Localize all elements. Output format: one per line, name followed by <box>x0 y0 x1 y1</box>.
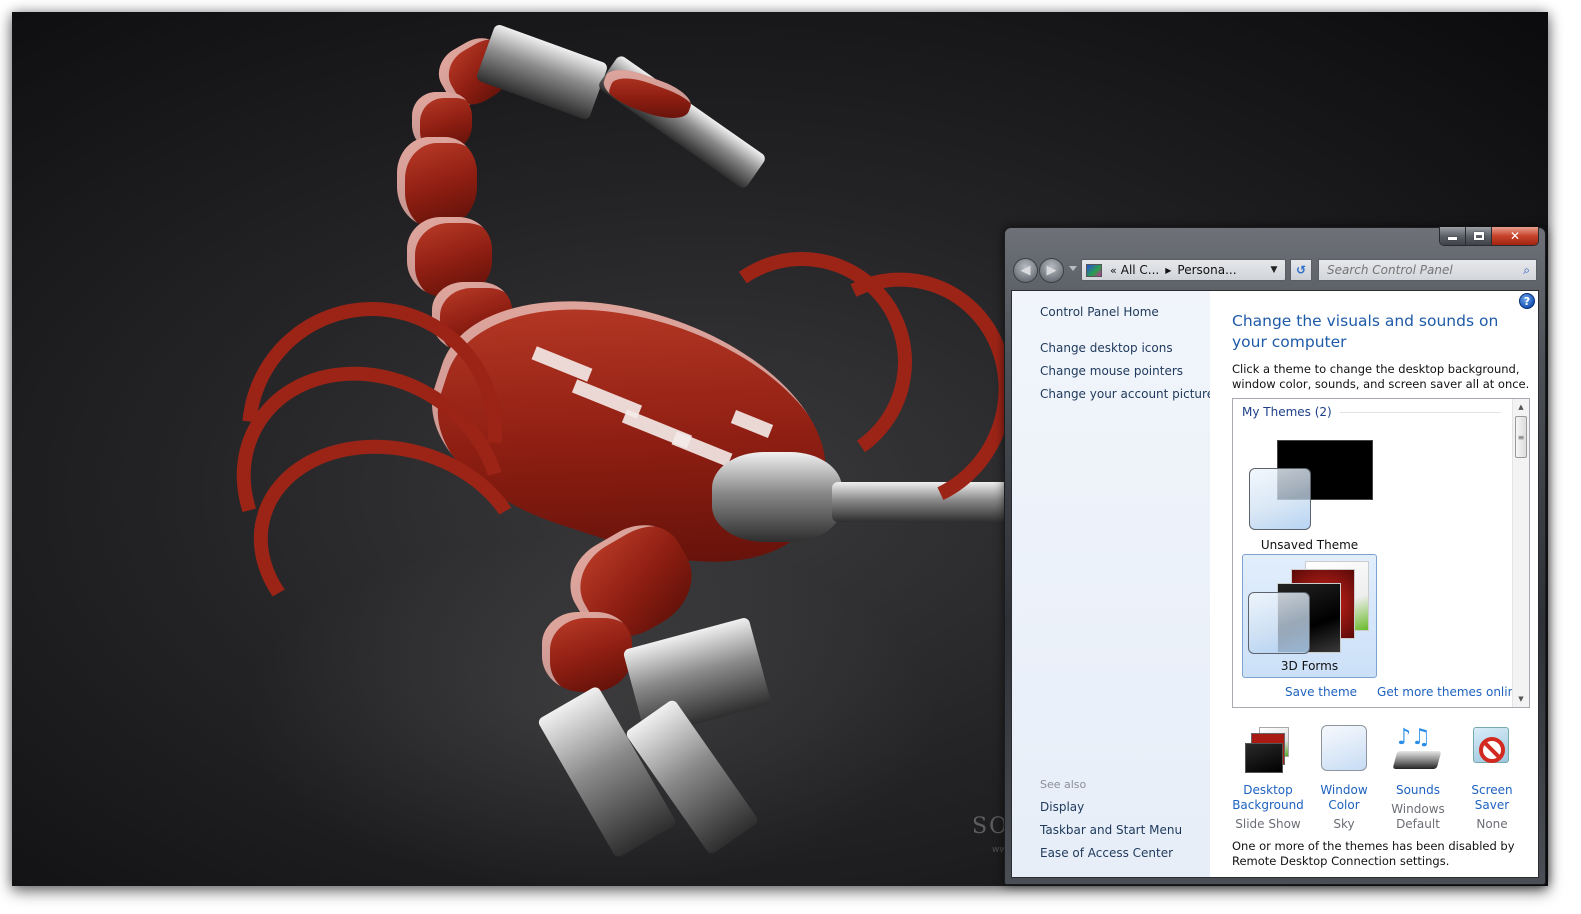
theme-name: Unsaved Theme <box>1260 538 1359 552</box>
minimize-button[interactable] <box>1440 227 1466 245</box>
scroll-thumb[interactable]: ≡ <box>1515 416 1527 458</box>
caption-buttons: ✕ <box>1439 227 1539 246</box>
scroll-down-icon[interactable]: ▼ <box>1513 691 1529 707</box>
maximize-button[interactable] <box>1466 227 1492 245</box>
theme-3d-forms[interactable]: 3D Forms <box>1242 554 1377 678</box>
taskbar-start-menu-link[interactable]: Taskbar and Start Menu <box>1040 823 1182 837</box>
address-dropdown-icon[interactable]: ▼ <box>1263 260 1285 280</box>
maximize-icon <box>1473 232 1484 240</box>
close-button[interactable]: ✕ <box>1492 227 1538 245</box>
page-title: Change the visuals and sounds on your co… <box>1232 312 1499 351</box>
page-description: Click a theme to change the desktop back… <box>1232 362 1530 391</box>
change-account-picture-link[interactable]: Change your account picture <box>1040 387 1214 401</box>
refresh-icon: ↺ <box>1295 263 1307 277</box>
task-pane: Control Panel Home Change desktop icons … <box>1012 291 1214 877</box>
theme-thumbnail-glass <box>1248 592 1310 654</box>
screen-saver-icon <box>1467 725 1517 775</box>
breadcrumb-separator-icon[interactable]: ▶ <box>1165 266 1171 275</box>
get-more-themes-link[interactable]: Get more themes online <box>1377 685 1523 699</box>
theme-thumbnail-glass <box>1249 468 1311 530</box>
theme-name: 3D Forms <box>1280 659 1339 673</box>
setting-name: Sounds <box>1395 783 1441 797</box>
desktop-background-setting[interactable]: Desktop Background Slide Show <box>1230 725 1306 832</box>
address-bar[interactable]: « All C... ▶ Persona... ▼ <box>1081 259 1286 281</box>
setting-name: Screen Saver <box>1471 783 1513 812</box>
personalization-window: ✕ ◀ ▶ « All C... ▶ Persona... ▼ ↺ ⌕ Cont… <box>1004 227 1546 885</box>
grip-icon: ≡ <box>1517 432 1525 442</box>
sounds-setting[interactable]: ♪♫ Sounds Windows Default <box>1380 725 1456 832</box>
setting-name: Desktop Background <box>1232 783 1304 812</box>
group-divider <box>1339 411 1501 413</box>
theme-settings: Desktop Background Slide Show Window Col… <box>1230 725 1538 835</box>
setting-name: Window Color <box>1320 783 1368 812</box>
theme-unsaved[interactable]: Unsaved Theme <box>1242 433 1377 557</box>
my-themes-group-header: My Themes (2) <box>1242 405 1501 419</box>
scroll-up-icon[interactable]: ▲ <box>1513 399 1529 415</box>
see-also-heading: See also <box>1040 778 1087 791</box>
change-desktop-icons-link[interactable]: Change desktop icons <box>1040 341 1173 355</box>
setting-value: Slide Show <box>1235 817 1301 831</box>
breadcrumb-all-control-panel[interactable]: All C... <box>1121 263 1160 277</box>
sounds-icon: ♪♫ <box>1392 725 1443 775</box>
close-icon: ✕ <box>1509 229 1521 243</box>
setting-value: None <box>1476 817 1508 831</box>
content-pane: ? Change the visuals and sounds on your … <box>1210 291 1538 877</box>
window-color-setting[interactable]: Window Color Sky <box>1306 725 1382 832</box>
back-button[interactable]: ◀ <box>1013 258 1038 283</box>
wallpaper-scorpion <box>12 12 1047 886</box>
breadcrumb-personalization[interactable]: Persona... <box>1177 263 1236 277</box>
control-panel-icon <box>1086 263 1102 277</box>
forward-arrow-icon: ▶ <box>1046 263 1057 278</box>
screen-saver-setting[interactable]: Screen Saver None <box>1454 725 1530 832</box>
setting-value: Sky <box>1333 817 1355 831</box>
my-themes-label: My Themes (2) <box>1242 405 1332 419</box>
save-theme-link[interactable]: Save theme <box>1285 685 1357 699</box>
change-mouse-pointers-link[interactable]: Change mouse pointers <box>1040 364 1183 378</box>
minimize-icon <box>1448 237 1457 240</box>
themes-list: My Themes (2) Unsaved Theme 3D Forms Sav… <box>1232 398 1530 708</box>
recent-pages-dropdown[interactable] <box>1069 266 1077 271</box>
back-arrow-icon: ◀ <box>1020 263 1031 278</box>
window-color-icon <box>1319 725 1369 775</box>
forward-button[interactable]: ▶ <box>1039 258 1064 283</box>
themes-scrollbar[interactable]: ▲ ≡ ▼ <box>1512 399 1529 707</box>
desktop-background-icon <box>1243 725 1293 775</box>
search-input[interactable] <box>1319 263 1509 277</box>
control-panel-home-link[interactable]: Control Panel Home <box>1040 305 1159 319</box>
search-box[interactable]: ⌕ <box>1318 259 1537 281</box>
address-overflow-chevron[interactable]: « <box>1110 264 1117 277</box>
help-icon[interactable]: ? <box>1519 293 1535 309</box>
display-link[interactable]: Display <box>1040 800 1084 814</box>
ease-of-access-link[interactable]: Ease of Access Center <box>1040 846 1173 860</box>
client-area: Control Panel Home Change desktop icons … <box>1011 290 1539 878</box>
theme-links: Save theme Get more themes online <box>1285 685 1523 699</box>
search-icon[interactable]: ⌕ <box>1523 263 1530 278</box>
setting-value: Windows Default <box>1391 802 1445 831</box>
remote-desktop-notice: One or more of the themes has been disab… <box>1232 839 1515 868</box>
refresh-button[interactable]: ↺ <box>1290 259 1312 281</box>
navigation-bar: ◀ ▶ « All C... ▶ Persona... ▼ ↺ ⌕ <box>1013 256 1539 284</box>
